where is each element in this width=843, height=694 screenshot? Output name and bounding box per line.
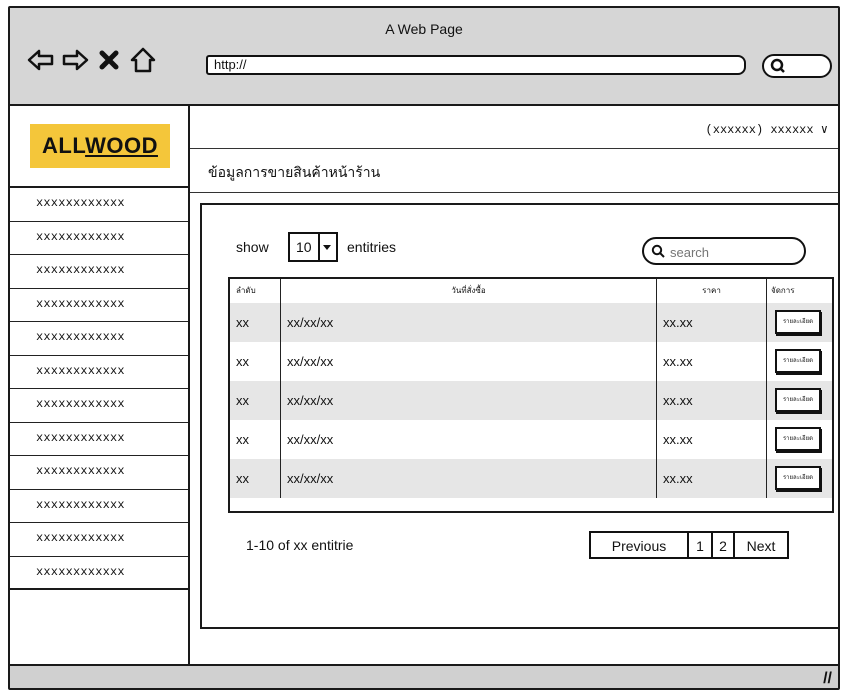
pagination-info: 1-10 of xx entitrie xyxy=(246,537,354,553)
page-size-value: 10 xyxy=(296,239,312,255)
cell-no: xx xyxy=(236,354,249,369)
cell-price: xx.xx xyxy=(656,303,766,342)
browser-titlebar: A Web Page http:// xyxy=(10,8,838,106)
sales-table: ลำดับ วันที่สั่งซื้อ ราคา จัดการ xx xx/x… xyxy=(228,277,834,513)
sidebar-item[interactable]: xxxxxxxxxxxx xyxy=(10,490,188,523)
content-panel: show 10 entitries ลำดับ วันที่สั่งซื้อ ร… xyxy=(200,203,838,629)
detail-button[interactable]: รายละเอียด xyxy=(775,349,821,373)
sidebar-item[interactable]: xxxxxxxxxxxx xyxy=(10,389,188,423)
window-title: A Web Page xyxy=(385,21,463,37)
detail-button[interactable]: รายละเอียด xyxy=(775,388,821,412)
cell-action: รายละเอียด xyxy=(766,420,832,459)
cell-action: รายละเอียด xyxy=(766,303,832,342)
chevron-down-icon xyxy=(323,245,331,250)
cell-price: xx.xx xyxy=(656,459,766,498)
cell-no: xx xyxy=(236,393,249,408)
page-size-select[interactable]: 10 xyxy=(288,232,338,262)
cell-date: xx/xx/xx xyxy=(280,303,656,342)
sidebar-item[interactable]: xxxxxxxxxxxx xyxy=(10,356,188,389)
sidebar-item[interactable]: xxxxxxxxxxxx xyxy=(10,423,188,456)
cell-no: xx xyxy=(236,471,249,486)
sidebar-menu: xxxxxxxxxxxx xxxxxxxxxxxx xxxxxxxxxxxx x… xyxy=(10,188,188,590)
resize-grip-icon[interactable]: // xyxy=(823,670,832,688)
cell-no: xx xyxy=(236,432,249,447)
top-bar: (xxxxxx) xxxxxx ∨ xyxy=(190,104,838,149)
cell-date: xx/xx/xx xyxy=(280,381,656,420)
table-row: xx xx/xx/xx xx.xx รายละเอียด xyxy=(230,420,832,459)
table-row: xx xx/xx/xx xx.xx รายละเอียด xyxy=(230,459,832,498)
sidebar-item[interactable]: xxxxxxxxxxxx xyxy=(10,322,188,356)
cell-date: xx/xx/xx xyxy=(280,459,656,498)
cell-price: xx.xx xyxy=(656,381,766,420)
heading-divider xyxy=(190,192,838,193)
entries-label: entitries xyxy=(347,239,397,255)
cell-price: xx.xx xyxy=(656,420,766,459)
sidebar-item[interactable]: xxxxxxxxxxxx xyxy=(10,255,188,289)
sidebar: ALLWOOD xxxxxxxxxxxx xxxxxxxxxxxx xxxxxx… xyxy=(10,104,190,688)
cell-date: xx/xx/xx xyxy=(280,420,656,459)
forward-arrow-icon[interactable] xyxy=(60,45,90,75)
cell-action: รายละเอียด xyxy=(766,342,832,381)
search-icon xyxy=(770,58,785,73)
detail-button[interactable]: รายละเอียด xyxy=(775,466,821,490)
table-search[interactable] xyxy=(642,237,806,265)
previous-button[interactable]: Previous xyxy=(589,531,689,559)
page-1-button[interactable]: 1 xyxy=(687,531,713,559)
sidebar-item[interactable]: xxxxxxxxxxxx xyxy=(10,188,188,222)
nav-icons xyxy=(26,44,158,76)
cell-no: xx xyxy=(236,315,249,330)
table-row: xx xx/xx/xx xx.xx รายละเอียด xyxy=(230,342,832,381)
header-no: ลำดับ xyxy=(236,286,256,295)
show-label: show xyxy=(236,239,269,255)
detail-button[interactable]: รายละเอียด xyxy=(775,310,821,334)
header-manage: จัดการ xyxy=(766,279,832,303)
sidebar-item[interactable]: xxxxxxxxxxxx xyxy=(10,289,188,322)
sidebar-item[interactable]: xxxxxxxxxxxx xyxy=(10,456,188,490)
cell-action: รายละเอียด xyxy=(766,381,832,420)
search-input[interactable] xyxy=(668,241,792,263)
back-arrow-icon[interactable] xyxy=(26,45,56,75)
dropdown-button[interactable] xyxy=(318,234,336,260)
allwood-logo[interactable]: ALLWOOD xyxy=(30,124,170,168)
next-button[interactable]: Next xyxy=(733,531,789,559)
logo-suffix: WOOD xyxy=(85,133,158,158)
sidebar-item[interactable]: xxxxxxxxxxxx xyxy=(10,222,188,255)
page-title: ข้อมูลการขายสินค้าหน้าร้าน xyxy=(208,165,381,181)
header-order-date: วันที่สั่งซื้อ xyxy=(280,279,656,303)
cell-date: xx/xx/xx xyxy=(280,342,656,381)
user-menu[interactable]: (xxxxxx) xxxxxx ∨ xyxy=(706,122,828,137)
page-2-button[interactable]: 2 xyxy=(711,531,735,559)
table-row: xx xx/xx/xx xx.xx รายละเอียด xyxy=(230,381,832,420)
detail-button[interactable]: รายละเอียด xyxy=(775,427,821,451)
status-bar: // xyxy=(10,664,838,688)
browser-window: A Web Page http:// ALLWOOD xxxxxxxxxxxx xyxy=(8,6,840,690)
header-price: ราคา xyxy=(656,279,766,303)
home-icon[interactable] xyxy=(128,45,158,75)
search-icon xyxy=(651,244,665,258)
table-row: xx xx/xx/xx xx.xx รายละเอียด xyxy=(230,303,832,342)
close-x-icon[interactable] xyxy=(94,45,124,75)
cell-action: รายละเอียด xyxy=(766,459,832,498)
table-header: ลำดับ วันที่สั่งซื้อ ราคา จัดการ xyxy=(230,279,832,303)
logo-prefix: ALL xyxy=(42,133,86,158)
pagination: Previous 1 2 Next xyxy=(589,531,789,559)
sidebar-item[interactable]: xxxxxxxxxxxx xyxy=(10,523,188,557)
cell-price: xx.xx xyxy=(656,342,766,381)
sidebar-item[interactable]: xxxxxxxxxxxx xyxy=(10,557,188,590)
url-input[interactable]: http:// xyxy=(206,55,746,75)
browser-search-button[interactable] xyxy=(762,54,832,78)
logo-area: ALLWOOD xyxy=(10,104,188,188)
